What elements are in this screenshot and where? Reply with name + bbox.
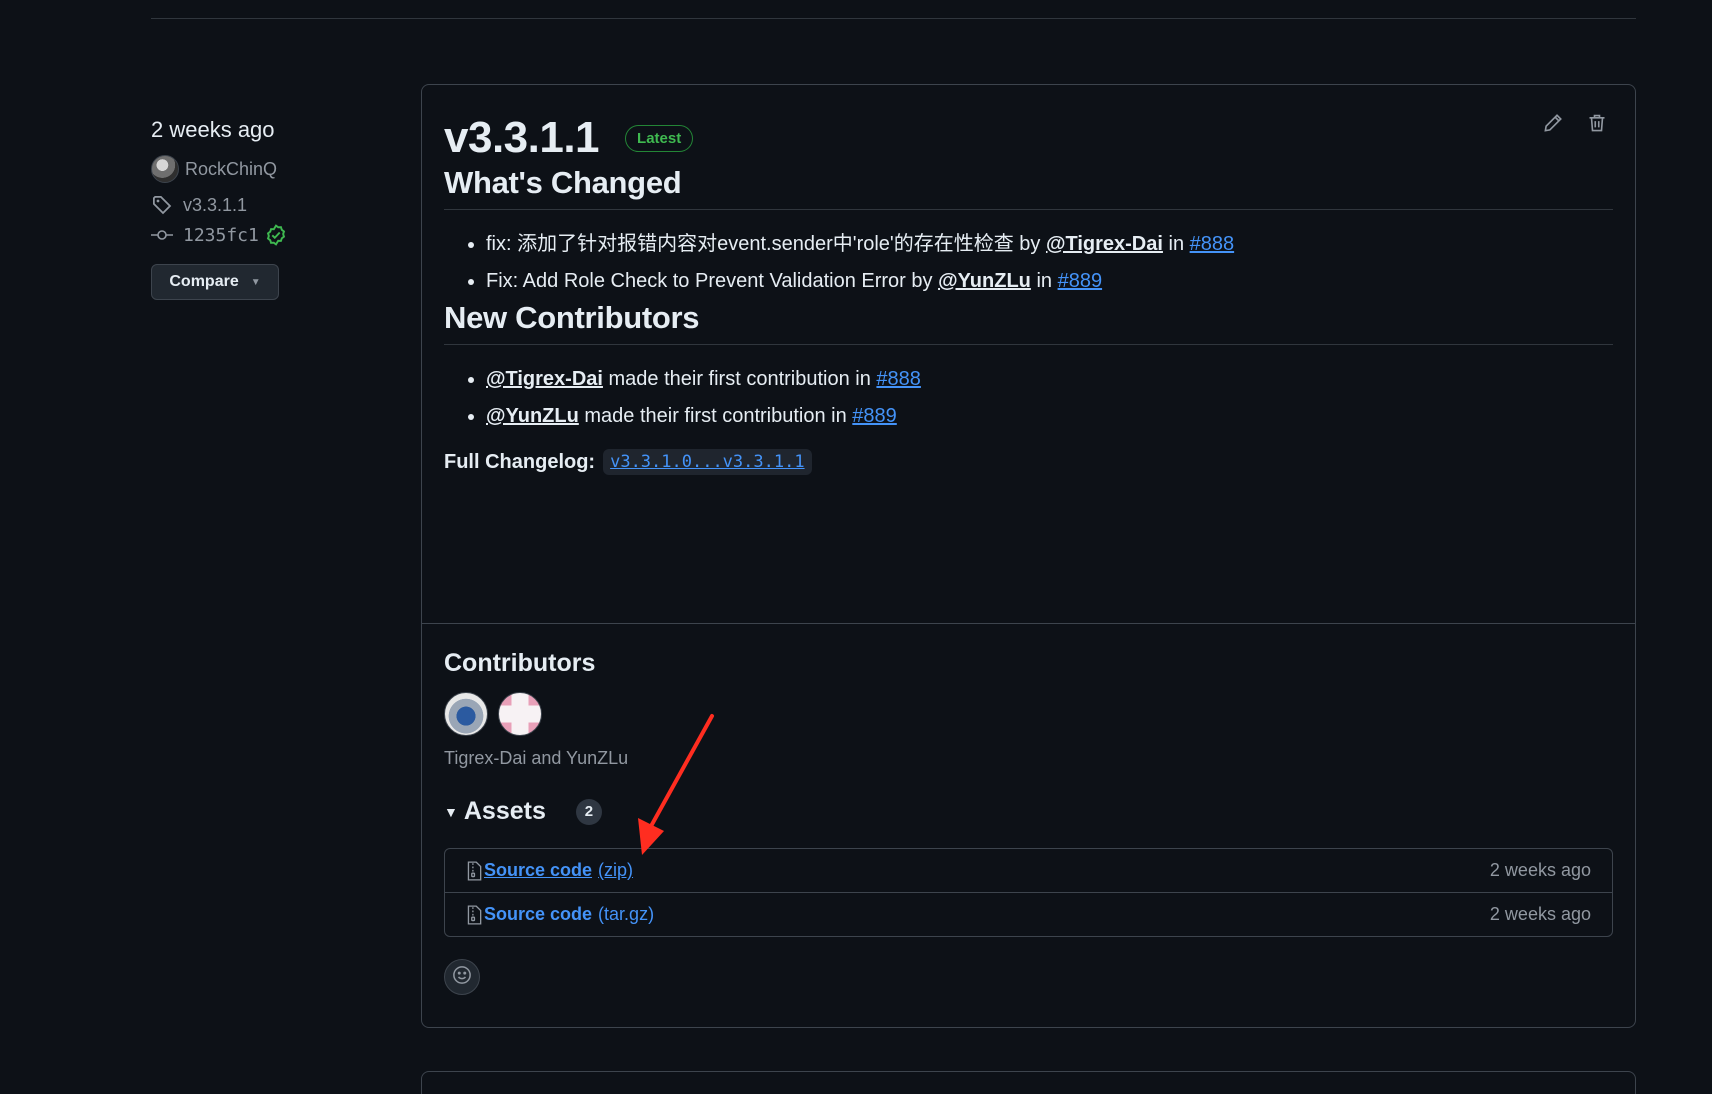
- pull-request-link[interactable]: #888: [1190, 233, 1235, 255]
- asset-extension[interactable]: (tar.gz): [598, 904, 654, 925]
- asset-row[interactable]: Source code (tar.gz) 2 weeks ago: [445, 892, 1612, 936]
- list-item: Fix: Add Role Check to Prevent Validatio…: [486, 263, 1613, 300]
- compare-label: Compare: [169, 273, 239, 290]
- change-text: Fix: Add Role Check to Prevent Validatio…: [486, 270, 939, 292]
- release-title-row: v3.3.1.1 Latest: [444, 111, 1613, 165]
- avatar[interactable]: [498, 692, 542, 736]
- latest-badge: Latest: [625, 124, 694, 152]
- release-footer: Contributors Tigrex-Dai and YunZLu ▼ Ass…: [444, 649, 1613, 995]
- caret-down-icon: ▼: [250, 276, 261, 288]
- release-commit[interactable]: 1235fc1: [151, 220, 411, 250]
- new-contributors-heading: New Contributors: [444, 300, 1613, 345]
- commit-sha[interactable]: 1235fc1: [183, 225, 259, 246]
- author-name[interactable]: RockChinQ: [185, 159, 277, 180]
- contribution-text: made their first contribution in: [602, 368, 877, 390]
- list-item: fix: 添加了针对报错内容对event.sender中'role'的存在性检查…: [486, 226, 1613, 263]
- top-divider: [151, 18, 1636, 19]
- user-mention-link[interactable]: @Tigrex-Dai: [1046, 233, 1163, 255]
- trash-icon[interactable]: [1587, 113, 1607, 133]
- release-date: 2 weeks ago: [151, 117, 275, 142]
- pull-request-link[interactable]: #889: [1058, 270, 1103, 292]
- contributor-names: Tigrex-Dai and YunZLu: [444, 748, 629, 768]
- assets-list: Source code (zip) 2 weeks ago Source cod…: [444, 848, 1613, 937]
- tag-label[interactable]: v3.3.1.1: [183, 195, 247, 216]
- contributors-heading: Contributors: [444, 649, 596, 677]
- full-changelog-label: Full Changelog:: [444, 450, 596, 473]
- asset-name-link[interactable]: Source code: [484, 904, 592, 925]
- release-title[interactable]: v3.3.1.1: [444, 113, 600, 163]
- list-item: @YunZLu made their first contribution in…: [486, 398, 1613, 435]
- disclosure-triangle-icon[interactable]: ▼: [444, 804, 458, 820]
- full-changelog: Full Changelog: v3.3.1.0...v3.3.1.1: [444, 449, 1613, 475]
- assets-count-badge: 2: [575, 798, 602, 825]
- verified-check-icon[interactable]: [265, 224, 287, 246]
- avatar[interactable]: [444, 692, 488, 736]
- change-text: fix: 添加了针对报错内容对event.sender中'role'的存在性检查…: [486, 233, 1046, 255]
- asset-date: 2 weeks ago: [1489, 860, 1591, 880]
- pull-request-link[interactable]: #889: [852, 405, 897, 427]
- next-release-card: [421, 1071, 1636, 1094]
- asset-name-link[interactable]: Source code: [484, 860, 592, 881]
- changes-list: fix: 添加了针对报错内容对event.sender中'role'的存在性检查…: [444, 226, 1613, 300]
- tag-icon: [151, 195, 173, 215]
- author-avatar[interactable]: [151, 155, 179, 183]
- release-body: v3.3.1.1 Latest What's Changed fix: 添加了针…: [422, 85, 1635, 475]
- changelog-code: v3.3.1.0...v3.3.1.1: [603, 449, 812, 475]
- release-tag[interactable]: v3.3.1.1: [151, 190, 411, 220]
- release-actions: [1543, 113, 1607, 133]
- asset-extension[interactable]: (zip): [598, 860, 633, 881]
- compare-range-link[interactable]: v3.3.1.0...v3.3.1.1: [610, 452, 804, 472]
- pull-request-link[interactable]: #888: [876, 368, 921, 390]
- release-card: v3.3.1.1 Latest What's Changed fix: 添加了针…: [421, 84, 1636, 1028]
- asset-date: 2 weeks ago: [1489, 904, 1591, 924]
- new-contributors-list: @Tigrex-Dai made their first contributio…: [444, 361, 1613, 435]
- file-zip-icon: [466, 860, 482, 881]
- contributor-avatars: [444, 692, 1613, 736]
- card-divider: [422, 623, 1635, 624]
- list-item: @Tigrex-Dai made their first contributio…: [486, 361, 1613, 398]
- pencil-icon[interactable]: [1543, 113, 1563, 133]
- smiley-icon: [452, 965, 472, 990]
- change-text: in: [1030, 270, 1058, 292]
- release-meta: 2 weeks ago RockChinQ v3.3.1.1 1235fc1 C…: [151, 114, 411, 300]
- release-page: 2 weeks ago RockChinQ v3.3.1.1 1235fc1 C…: [0, 0, 1712, 1094]
- user-mention-link[interactable]: @YunZLu: [486, 405, 579, 427]
- user-mention-link[interactable]: @YunZLu: [938, 270, 1031, 292]
- whats-changed-heading: What's Changed: [444, 165, 1613, 210]
- file-zip-icon: [466, 904, 482, 925]
- commit-icon: [151, 228, 173, 242]
- release-author[interactable]: RockChinQ: [151, 154, 411, 184]
- compare-button[interactable]: Compare ▼: [151, 264, 279, 300]
- add-reaction-button[interactable]: [444, 959, 480, 995]
- asset-row[interactable]: Source code (zip) 2 weeks ago: [445, 849, 1612, 892]
- contribution-text: made their first contribution in: [578, 405, 853, 427]
- assets-summary[interactable]: ▼ Assets 2: [444, 797, 1613, 826]
- assets-heading[interactable]: Assets: [464, 797, 546, 826]
- change-text: in: [1162, 233, 1190, 255]
- user-mention-link[interactable]: @Tigrex-Dai: [486, 368, 603, 390]
